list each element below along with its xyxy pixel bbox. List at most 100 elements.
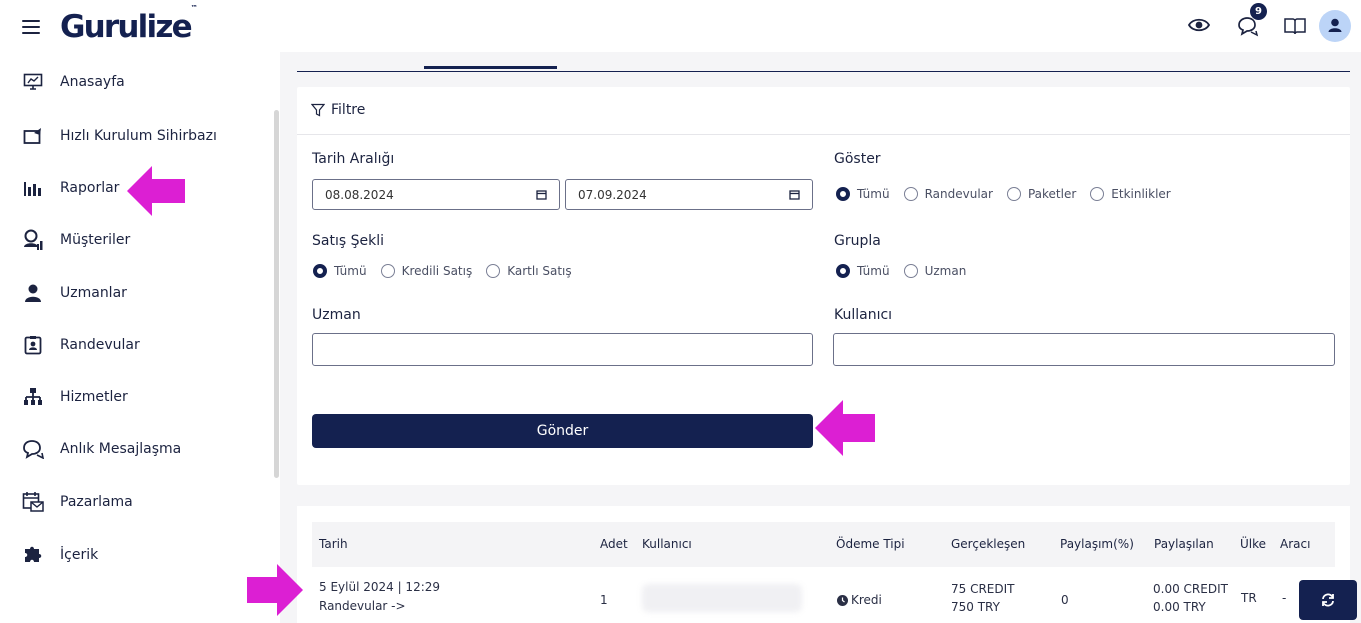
notification-badge: 9	[1250, 3, 1267, 20]
annotation-arrow-left-icon	[815, 400, 875, 456]
group-radio-uzman[interactable]: Uzman	[903, 264, 966, 278]
row-shared-credit: 0.00 CREDIT	[1153, 582, 1228, 596]
sidebar-item-hizmetler[interactable]: Hizmetler	[22, 382, 262, 412]
row-share-pct: 0	[1061, 593, 1069, 607]
group-label: Grupla	[834, 233, 881, 249]
sale-radio-kredili[interactable]: Kredili Satış	[380, 264, 472, 278]
sidebar-item-musteriler[interactable]: Müşteriler	[22, 225, 262, 255]
filter-header: Filtre	[297, 87, 1350, 135]
radio-icon	[1006, 187, 1021, 201]
row-realized-credit: 75 CREDIT	[951, 582, 1015, 596]
radio-icon	[380, 264, 395, 278]
col-ulke[interactable]: Ülke	[1240, 537, 1266, 551]
col-araci[interactable]: Aracı	[1280, 537, 1310, 551]
sidebar-item-label: İçerik	[60, 547, 99, 563]
sidebar-item-label: Anasayfa	[60, 74, 125, 90]
sidebar-item-label: Anlık Mesajlaşma	[60, 441, 182, 457]
annotation-arrow-right-icon	[247, 564, 303, 616]
puzzle-icon	[25, 546, 42, 562]
row-shared-try: 0.00 TRY	[1153, 600, 1206, 614]
sale-type-radio-group: Tümü Kredili Satış Kartlı Satış	[313, 264, 586, 278]
col-odeme-tipi[interactable]: Ödeme Tipi	[836, 537, 905, 551]
sidebar-item-icerik[interactable]: İçerik	[22, 540, 262, 570]
show-radio-group: Tümü Randevular Paketler Etkinlikler	[836, 187, 1185, 201]
sale-type-label: Satış Şekli	[312, 233, 384, 249]
sidebar-item-pazarlama[interactable]: Pazarlama	[22, 487, 262, 517]
date-start-value: 08.08.2024	[325, 187, 394, 202]
sidebar-item-label: Hızlı Kurulum Sihirbazı	[60, 128, 217, 144]
radio-icon	[486, 264, 501, 278]
sidebar-scrollbar[interactable]	[274, 110, 279, 478]
show-label: Göster	[834, 151, 881, 167]
annotation-arrow-left-icon	[127, 166, 185, 216]
sidebar-item-label: Hizmetler	[60, 389, 128, 405]
app-logo[interactable]: Gurulize™	[60, 4, 198, 45]
eye-icon[interactable]	[1188, 17, 1210, 33]
user-icon	[1328, 18, 1342, 32]
show-radio-randevular[interactable]: Randevular	[903, 187, 993, 201]
date-range-label: Tarih Aralığı	[312, 151, 395, 167]
results-table: Tarih Adet Kullanıcı Ödeme Tipi Gerçekle…	[297, 506, 1350, 623]
submit-button[interactable]: Gönder	[312, 414, 813, 448]
refresh-icon	[1322, 593, 1334, 607]
col-adet[interactable]: Adet	[600, 537, 628, 551]
filter-icon	[311, 103, 325, 117]
row-country: TR	[1241, 591, 1257, 605]
radio-selected-icon	[836, 264, 850, 278]
col-tarih[interactable]: Tarih	[319, 537, 348, 551]
radio-icon	[1090, 187, 1105, 201]
user-input[interactable]	[833, 333, 1335, 366]
calendar-mail-icon	[22, 492, 44, 512]
sidebar-item-hizli-kurulum[interactable]: Hızlı Kurulum Sihirbazı	[22, 121, 262, 151]
top-bar: Gurulize™ 9	[0, 0, 1361, 52]
filter-title: Filtre	[331, 102, 366, 118]
show-radio-etkinlikler[interactable]: Etkinlikler	[1090, 187, 1171, 201]
expert-label: Uzman	[312, 307, 361, 323]
sale-radio-tumu[interactable]: Tümü	[313, 264, 367, 278]
row-count: 1	[600, 593, 608, 607]
group-radio-tumu[interactable]: Tümü	[836, 264, 890, 278]
group-radio-group: Tümü Uzman	[836, 264, 980, 278]
setup-wizard-icon	[23, 128, 41, 144]
tab-active-indicator	[424, 66, 557, 69]
sidebar: Anasayfa Hızlı Kurulum Sihirbazı Raporla…	[0, 52, 280, 623]
sidebar-item-label: Pazarlama	[60, 494, 133, 510]
date-start-input[interactable]: 08.08.2024	[312, 179, 560, 210]
hamburger-menu-icon[interactable]	[22, 20, 40, 34]
sidebar-item-anasayfa[interactable]: Anasayfa	[22, 67, 262, 97]
book-icon[interactable]	[1284, 17, 1306, 35]
clock-icon	[837, 595, 848, 606]
appointment-badge-icon	[24, 336, 42, 355]
user-label: Kullanıcı	[834, 307, 893, 323]
sidebar-item-uzmanlar[interactable]: Uzmanlar	[22, 278, 262, 308]
col-paylasilan[interactable]: Paylaşılan	[1154, 537, 1214, 551]
date-end-input[interactable]: 07.09.2024	[565, 179, 813, 210]
calendar-icon[interactable]	[789, 189, 800, 200]
sale-radio-kartli[interactable]: Kartlı Satış	[486, 264, 572, 278]
col-gerceklesen[interactable]: Gerçekleşen	[951, 537, 1025, 551]
radio-selected-icon	[313, 264, 327, 278]
row-realized-try: 750 TRY	[951, 600, 1000, 614]
bar-chart-icon	[24, 182, 41, 196]
hierarchy-icon	[24, 388, 42, 405]
col-paylasim[interactable]: Paylaşım(%)	[1060, 537, 1134, 551]
report-tabs	[297, 52, 1350, 72]
row-detail: Randevular ->	[319, 599, 406, 613]
radio-icon	[903, 264, 918, 278]
user-avatar[interactable]	[1319, 10, 1351, 42]
col-kullanici[interactable]: Kullanıcı	[642, 537, 692, 551]
sidebar-item-randevular[interactable]: Randevular	[22, 330, 262, 360]
row-agent: -	[1282, 591, 1287, 605]
sidebar-item-anlik-mesajlasma[interactable]: Anlık Mesajlaşma	[22, 434, 262, 464]
refresh-button[interactable]	[1299, 580, 1357, 620]
row-user-redacted	[642, 584, 802, 612]
calendar-icon[interactable]	[536, 189, 547, 200]
sidebar-item-label: Müşteriler	[60, 232, 131, 248]
expert-input[interactable]	[312, 333, 813, 366]
show-radio-paketler[interactable]: Paketler	[1006, 187, 1076, 201]
customers-icon	[24, 229, 43, 250]
show-radio-tumu[interactable]: Tümü	[836, 187, 890, 201]
sidebar-item-label: Randevular	[60, 337, 140, 353]
radio-selected-icon	[836, 187, 850, 201]
table-header: Tarih Adet Kullanıcı Ödeme Tipi Gerçekle…	[312, 522, 1335, 567]
